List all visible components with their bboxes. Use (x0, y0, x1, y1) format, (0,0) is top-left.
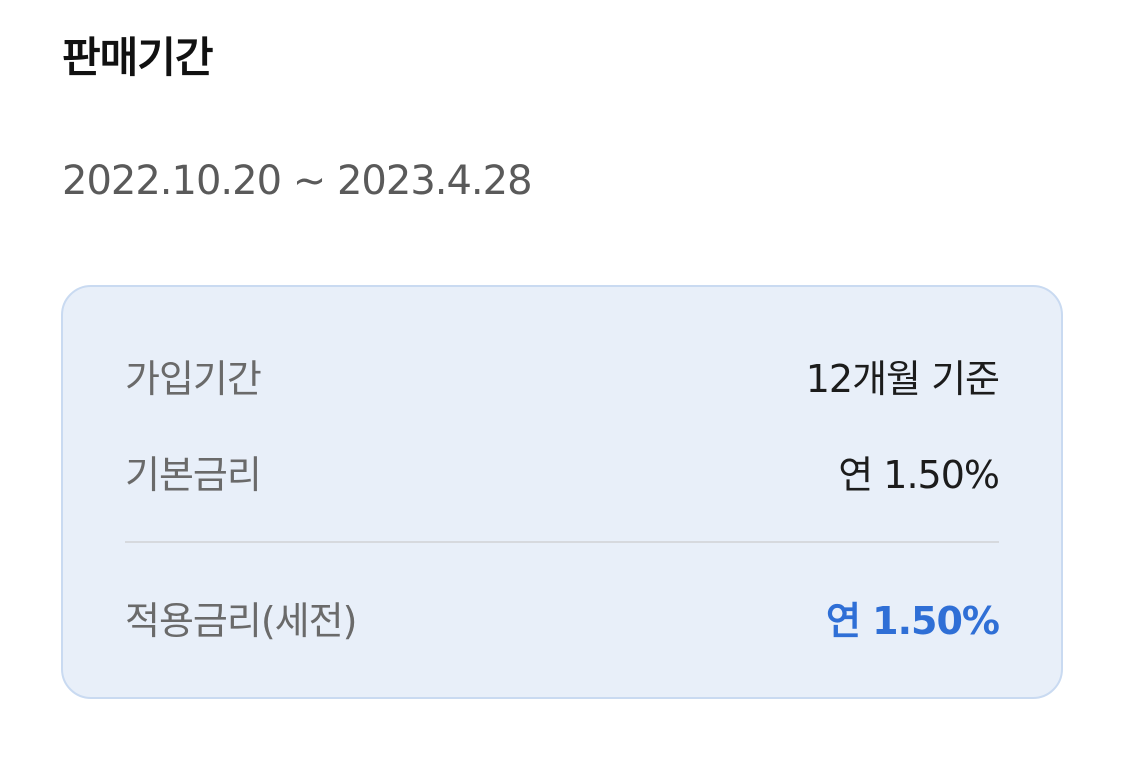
base-rate-label: 기본금리 (125, 452, 262, 497)
term-label: 가입기간 (125, 356, 262, 401)
applied-rate-label: 적용금리(세전) (125, 598, 357, 643)
applied-rate-value: 연 1.50% (825, 598, 1000, 643)
rate-row-base: 기본금리 연 1.50% (125, 441, 1000, 501)
rate-row-term: 가입기간 12개월 기준 (125, 345, 1000, 405)
base-rate-value: 연 1.50% (838, 452, 1000, 497)
sale-period-title: 판매기간 (62, 33, 214, 82)
rate-row-applied: 적용금리(세전) 연 1.50% (125, 587, 1000, 647)
term-value: 12개월 기준 (805, 356, 1000, 401)
sale-period-dates: 2022.10.20 ~ 2023.4.28 (62, 158, 533, 204)
divider (125, 541, 999, 543)
interest-rate-card: 가입기간 12개월 기준 기본금리 연 1.50% 적용금리(세전) 연 1.5… (61, 285, 1063, 699)
